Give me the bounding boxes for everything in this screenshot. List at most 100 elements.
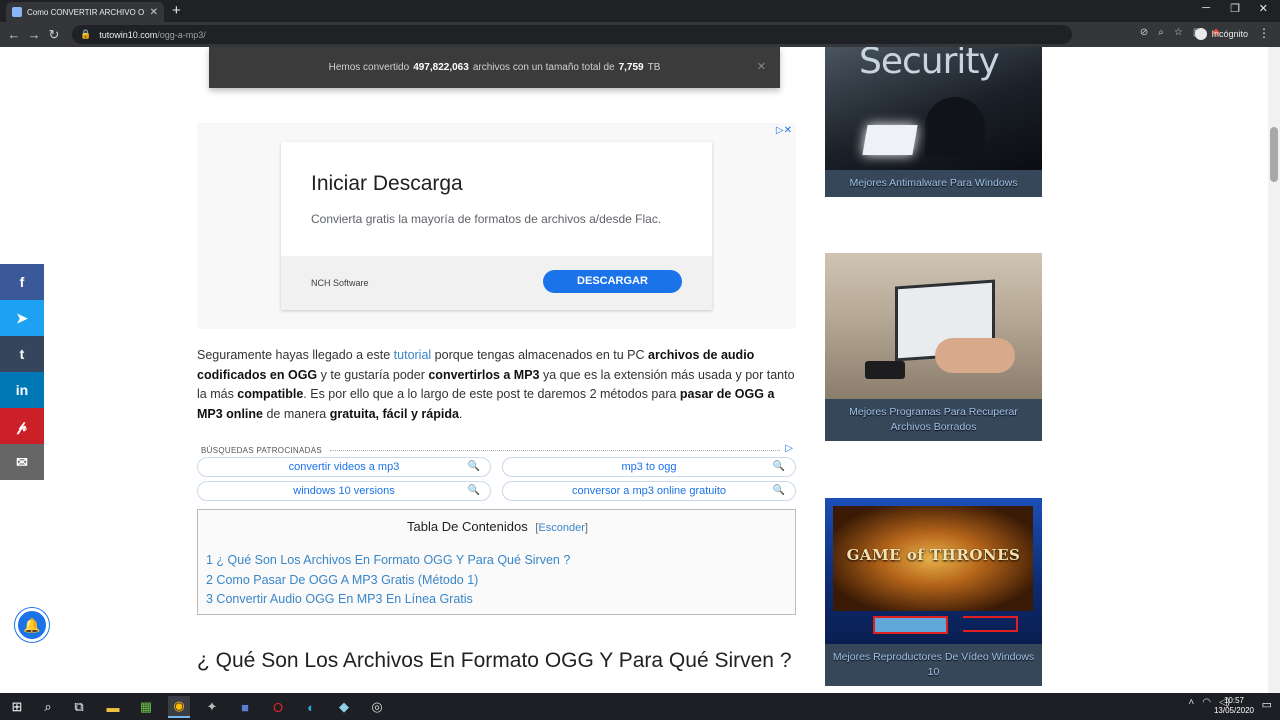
toc-hide-toggle[interactable]: [Esconder]: [535, 522, 588, 534]
toc-list: 1 ¿ Qué Son Los Archivos En Formato OGG …: [206, 551, 570, 610]
adchoices-icon[interactable]: ▷✕: [776, 125, 792, 136]
linkedin-share-button[interactable]: in: [0, 372, 44, 408]
incognito-indicator[interactable]: Incógnito: [1195, 28, 1248, 40]
bell-icon: 🔔: [23, 616, 41, 633]
sponsored-link[interactable]: convertir videos a mp3 🔍: [197, 457, 491, 477]
chrome-icon[interactable]: ◉: [168, 696, 190, 718]
image-hand: [935, 338, 1015, 373]
sidebar-card-image: [825, 253, 1042, 399]
sidebar-card-image: Security: [825, 47, 1042, 170]
app-icon[interactable]: ◎: [366, 696, 388, 718]
intro-text: y te gustaría poder: [317, 367, 429, 382]
image-laptop: [862, 125, 918, 155]
email-icon: ✉: [16, 453, 28, 470]
favicon-icon: [12, 7, 22, 17]
image-text: GAME of THRONES: [846, 546, 1021, 564]
sponsored-link[interactable]: windows 10 versions 🔍: [197, 481, 491, 501]
store-icon[interactable]: ▦: [135, 696, 157, 718]
search-icon[interactable]: ⌕: [37, 696, 59, 718]
file-explorer-icon[interactable]: ▬: [102, 696, 124, 718]
app-icon[interactable]: ◆: [333, 696, 355, 718]
back-icon[interactable]: ←: [4, 27, 24, 42]
incognito-icon: [1195, 28, 1208, 40]
ad-subtitle: Convierta gratis la mayoría de formatos …: [311, 212, 662, 226]
banner-unit: TB: [647, 62, 661, 73]
browser-tab-bar: Como CONVERTIR ARCHIVO O ✕ + ─ ❐ ✕: [0, 0, 1280, 22]
email-share-button[interactable]: ✉: [0, 444, 44, 480]
sidebar-card-caption[interactable]: Mejores Reproductores De Vídeo Windows 1…: [825, 644, 1042, 686]
tumblr-share-button[interactable]: t: [0, 336, 44, 372]
sponsored-searches: BÚSQUEDAS PATROCINADAS ▷ convertir video…: [197, 443, 796, 507]
toc-item[interactable]: 3 Convertir Audio OGG En MP3 En Línea Gr…: [206, 590, 570, 610]
tab-title: Como CONVERTIR ARCHIVO O: [27, 7, 145, 17]
sidebar-card[interactable]: Mejores Programas Para Recuperar Archivo…: [825, 253, 1042, 441]
sidebar-card-image: GAME of THRONES: [825, 498, 1042, 644]
pinterest-share-button[interactable]: 𝓅: [0, 408, 44, 444]
network-icon[interactable]: ◠: [1202, 697, 1211, 708]
ad-advertiser: NCH Software: [311, 278, 369, 288]
banner-middle: archivos con un tamaño total de: [472, 62, 615, 73]
banner-close-icon[interactable]: ✕: [757, 60, 766, 73]
page-scrollbar[interactable]: [1268, 47, 1280, 693]
search-icon: 🔍: [772, 461, 785, 472]
browser-nav-bar: ← → ↻ 🔒 tutowin10.com/ogg-a-mp3/ ⊘ ⌕ ☆ ▣…: [0, 22, 1280, 47]
close-window-icon[interactable]: ✕: [1259, 2, 1268, 15]
adchoices-icon[interactable]: ▷: [785, 443, 793, 454]
forward-icon[interactable]: →: [24, 27, 44, 42]
action-center-icon[interactable]: ▭: [1262, 698, 1272, 711]
twitter-share-button[interactable]: ➤: [0, 300, 44, 336]
divider: [330, 450, 780, 451]
sponsored-link[interactable]: conversor a mp3 online gratuito 🔍: [502, 481, 796, 501]
toc-hide-link[interactable]: Esconder: [538, 522, 584, 534]
opera-icon[interactable]: O: [267, 696, 289, 718]
windows-taskbar: ⊞ ⌕ ⧉ ▬ ▦ ◉ ✦ ■ O ◐ ◆ ◎ ˄ ◠ ◁) 10:57 13/…: [0, 693, 1280, 720]
banner-files-count: 497,822,063: [413, 62, 469, 73]
address-bar[interactable]: 🔒 tutowin10.com/ogg-a-mp3/: [72, 25, 1072, 44]
reload-icon[interactable]: ↻: [44, 27, 64, 43]
sidebar-card-caption[interactable]: Mejores Antimalware Para Windows: [825, 170, 1042, 197]
ad-download-button[interactable]: DESCARGAR: [543, 270, 682, 293]
taskbar-clock[interactable]: 10:57 13/05/2020: [1214, 696, 1254, 716]
sponsored-link[interactable]: mp3 to ogg 🔍: [502, 457, 796, 477]
intro-bold: gratuita, fácil y rápida: [329, 406, 459, 421]
sidebar-card-caption[interactable]: Mejores Programas Para Recuperar Archivo…: [825, 399, 1042, 441]
sponsored-label: BÚSQUEDAS PATROCINADAS: [201, 446, 322, 455]
bracket: ]: [584, 522, 588, 534]
minimize-icon[interactable]: ─: [1202, 2, 1210, 14]
zoom-icon[interactable]: ⌕: [1158, 27, 1164, 38]
browser-menu-icon[interactable]: ⋮: [1258, 26, 1270, 40]
restore-icon[interactable]: ❐: [1230, 2, 1240, 15]
app-icon[interactable]: ■: [234, 696, 256, 718]
linkedin-icon: in: [15, 382, 29, 398]
new-tab-button[interactable]: +: [172, 2, 181, 19]
bookmark-star-icon[interactable]: ☆: [1174, 27, 1183, 38]
toc-item[interactable]: 1 ¿ Qué Son Los Archivos En Formato OGG …: [206, 551, 570, 571]
sidebar-card[interactable]: Security Mejores Antimalware Para Window…: [825, 47, 1042, 197]
toc-title: Tabla De Contenidos: [407, 519, 528, 534]
sidebar-card[interactable]: GAME of THRONES Mejores Reproductores De…: [825, 498, 1042, 686]
image-highlight: [873, 616, 948, 634]
browser-tab[interactable]: Como CONVERTIR ARCHIVO O ✕: [6, 2, 164, 22]
clock-date: 13/05/2020: [1213, 706, 1254, 715]
task-view-icon[interactable]: ⧉: [68, 696, 90, 718]
toc-item[interactable]: 2 Como Pasar De OGG A MP3 Gratis (Método…: [206, 571, 570, 591]
tab-close-icon[interactable]: ✕: [150, 7, 158, 18]
image-phone: [865, 361, 905, 379]
tray-chevron-icon[interactable]: ˄: [1188, 697, 1194, 708]
start-icon[interactable]: ⊞: [6, 696, 28, 718]
ad-card[interactable]: Iniciar Descarga Convierta gratis la may…: [281, 142, 712, 310]
intro-paragraph: Seguramente hayas llegado a este tutoria…: [197, 346, 795, 424]
tumblr-icon: t: [19, 346, 25, 362]
banner-prefix: Hemos convertido: [328, 62, 410, 73]
app-icon[interactable]: ✦: [201, 696, 223, 718]
edge-icon[interactable]: ◐: [300, 696, 322, 718]
facebook-share-button[interactable]: f: [0, 264, 44, 300]
blocked-cookies-icon[interactable]: ⊘: [1140, 27, 1148, 38]
tutorial-link[interactable]: tutorial: [394, 348, 432, 362]
search-icon: 🔍: [772, 485, 785, 496]
scrollbar-thumb[interactable]: [1270, 127, 1278, 182]
intro-text: de manera: [262, 406, 330, 421]
intro-bold: convertirlos a MP3: [428, 367, 540, 382]
intro-text: .: [458, 406, 463, 421]
notification-bell-button[interactable]: 🔔: [15, 608, 49, 642]
